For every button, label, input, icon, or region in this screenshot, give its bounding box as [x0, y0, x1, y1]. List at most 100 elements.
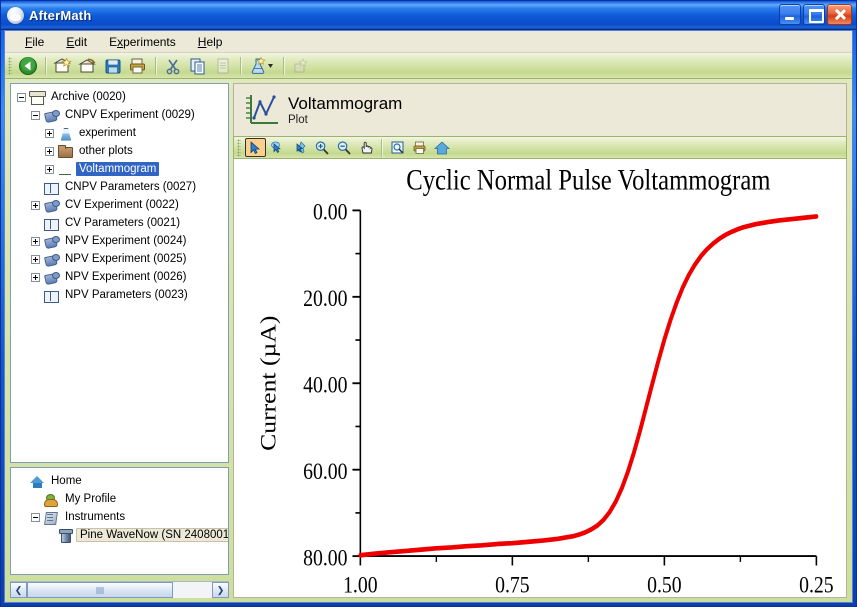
- data-cursor-tool[interactable]: [267, 138, 288, 157]
- tree-item-my-profile[interactable]: My Profile: [13, 490, 226, 508]
- tree-item-label: CV Experiment (0022): [65, 199, 179, 211]
- scroll-right-button[interactable]: ❯: [212, 582, 229, 598]
- expand-icon[interactable]: [31, 236, 40, 246]
- copy-button[interactable]: [186, 55, 210, 77]
- expand-icon[interactable]: [45, 128, 54, 138]
- tree-item-npv-experiment-0024[interactable]: NPV Experiment (0024): [13, 232, 226, 250]
- tree-item-label: CNPV Experiment (0029): [65, 109, 195, 121]
- voltammogram-chart[interactable]: Cyclic Normal Pulse Voltammogram 0.00 20.0…: [234, 159, 846, 597]
- expand-icon[interactable]: [45, 146, 54, 156]
- chart-title: Cyclic Normal Pulse Voltammogram: [406, 163, 770, 195]
- x-tick-label: 0.25: [799, 572, 834, 597]
- document-subtitle: Plot: [288, 114, 308, 127]
- separator: [381, 138, 382, 157]
- tree-toggle-spacer: [45, 531, 54, 540]
- select-tool[interactable]: [245, 138, 266, 157]
- tree-item-cv-experiment-0022[interactable]: CV Experiment (0022): [13, 196, 226, 214]
- experiment-icon: [43, 108, 60, 123]
- book-icon: [43, 288, 59, 303]
- toolbar-grip[interactable]: [8, 56, 12, 75]
- collapse-icon[interactable]: [31, 512, 40, 522]
- tree-item-cv-parameters-0021[interactable]: CV Parameters (0021): [13, 214, 226, 232]
- application-window: AfterMath File Edit Experiments Help Arc…: [0, 0, 857, 607]
- separator-3: [240, 56, 241, 75]
- tree-item-other-plots[interactable]: other plots: [13, 142, 226, 160]
- experiment-icon: [43, 252, 60, 267]
- close-button[interactable]: [827, 4, 852, 25]
- expand-icon[interactable]: [31, 200, 40, 210]
- scrollbar-thumb[interactable]: [27, 582, 174, 598]
- tree-item-label: NPV Experiment (0025): [65, 253, 187, 265]
- navigation-tree-panel[interactable]: Home My Profile Instruments Pine WaveNow (S…: [10, 467, 229, 575]
- pointer-tool[interactable]: [289, 138, 310, 157]
- expand-icon[interactable]: [45, 164, 54, 174]
- tree-item-label: Archive (0020): [51, 91, 126, 103]
- pan-tool[interactable]: [355, 138, 376, 157]
- plot-toolbar-grip[interactable]: [237, 138, 241, 157]
- main-toolbar: [5, 53, 852, 79]
- client-area: File Edit Experiments Help Archive (0020…: [4, 30, 853, 603]
- tree-item-label: NPV Experiment (0026): [65, 271, 187, 283]
- tree-item-voltammogram[interactable]: Voltammogram: [13, 160, 226, 178]
- back-button[interactable]: [16, 55, 40, 77]
- tree-item-archive-0020[interactable]: Archive (0020): [13, 88, 226, 106]
- scrollbar-track[interactable]: [27, 582, 212, 598]
- expand-icon[interactable]: [31, 254, 40, 264]
- print-button[interactable]: [126, 55, 150, 77]
- archive-tree-panel[interactable]: Archive (0020) CNPV Experiment (0029) expe…: [10, 83, 229, 463]
- tree-item-home[interactable]: Home: [13, 472, 226, 490]
- menu-help[interactable]: Help: [187, 32, 234, 52]
- x-tick-label: 0.50: [647, 572, 682, 597]
- tree-item-npv-experiment-0026[interactable]: NPV Experiment (0026): [13, 268, 226, 286]
- new-experiment-button[interactable]: [246, 55, 278, 77]
- menu-file[interactable]: File: [14, 32, 55, 52]
- minimize-button[interactable]: [779, 4, 801, 25]
- experiment-icon: [43, 198, 60, 213]
- tree-toggle-spacer: [31, 183, 40, 192]
- expand-icon[interactable]: [31, 272, 40, 282]
- tree-item-instruments[interactable]: Instruments: [13, 508, 226, 526]
- collapse-icon[interactable]: [17, 92, 26, 102]
- horizontal-scrollbar[interactable]: ❮ ❯: [10, 581, 229, 598]
- zoom-in-tool[interactable]: [311, 138, 332, 157]
- tree-toggle-spacer: [17, 477, 26, 486]
- cut-button[interactable]: [161, 55, 185, 77]
- navigation-tree[interactable]: Home My Profile Instruments Pine WaveNow (S…: [13, 472, 228, 544]
- home-view-tool[interactable]: [431, 138, 452, 157]
- profile-icon: [43, 492, 59, 507]
- tree-item-cnpv-parameters-0027[interactable]: CNPV Parameters (0027): [13, 178, 226, 196]
- tree-item-npv-experiment-0025[interactable]: NPV Experiment (0025): [13, 250, 226, 268]
- maximize-button[interactable]: [803, 4, 825, 25]
- tree-item-pine-wavenow-sn-2408001[interactable]: Pine WaveNow (SN 2408001): [13, 526, 228, 544]
- chart-series-voltammogram[interactable]: [358, 214, 819, 558]
- paste-button[interactable]: [211, 55, 235, 77]
- document-title: Voltammogram: [288, 93, 403, 113]
- scroll-left-button[interactable]: ❮: [10, 582, 27, 598]
- document-text: Voltammogram Plot: [288, 94, 402, 127]
- open-archive-button[interactable]: [76, 55, 100, 77]
- tree-item-cnpv-experiment-0029[interactable]: CNPV Experiment (0029): [13, 106, 226, 124]
- left-column: Archive (0020) CNPV Experiment (0029) expe…: [5, 79, 233, 602]
- plot-toolbar: [233, 136, 847, 159]
- tree-item-label: NPV Parameters (0023): [65, 289, 188, 301]
- zoom-out-tool[interactable]: [333, 138, 354, 157]
- archive-tree[interactable]: Archive (0020) CNPV Experiment (0029) expe…: [13, 88, 226, 304]
- collapse-icon[interactable]: [31, 110, 40, 120]
- tree-item-label: Home: [51, 475, 82, 487]
- zoom-region-tool[interactable]: [387, 138, 408, 157]
- menu-edit[interactable]: Edit: [55, 32, 98, 52]
- plot-canvas[interactable]: Cyclic Normal Pulse Voltammogram 0.00 20.0…: [233, 159, 847, 598]
- tools-button[interactable]: [289, 55, 313, 77]
- new-archive-button[interactable]: [51, 55, 75, 77]
- menu-experiments[interactable]: Experiments: [98, 32, 187, 52]
- print-plot-tool[interactable]: [409, 138, 430, 157]
- tree-item-npv-parameters-0023[interactable]: NPV Parameters (0023): [13, 286, 226, 304]
- tree-item-label: My Profile: [65, 493, 117, 505]
- save-button[interactable]: [101, 55, 125, 77]
- tree-item-experiment[interactable]: experiment: [13, 124, 226, 142]
